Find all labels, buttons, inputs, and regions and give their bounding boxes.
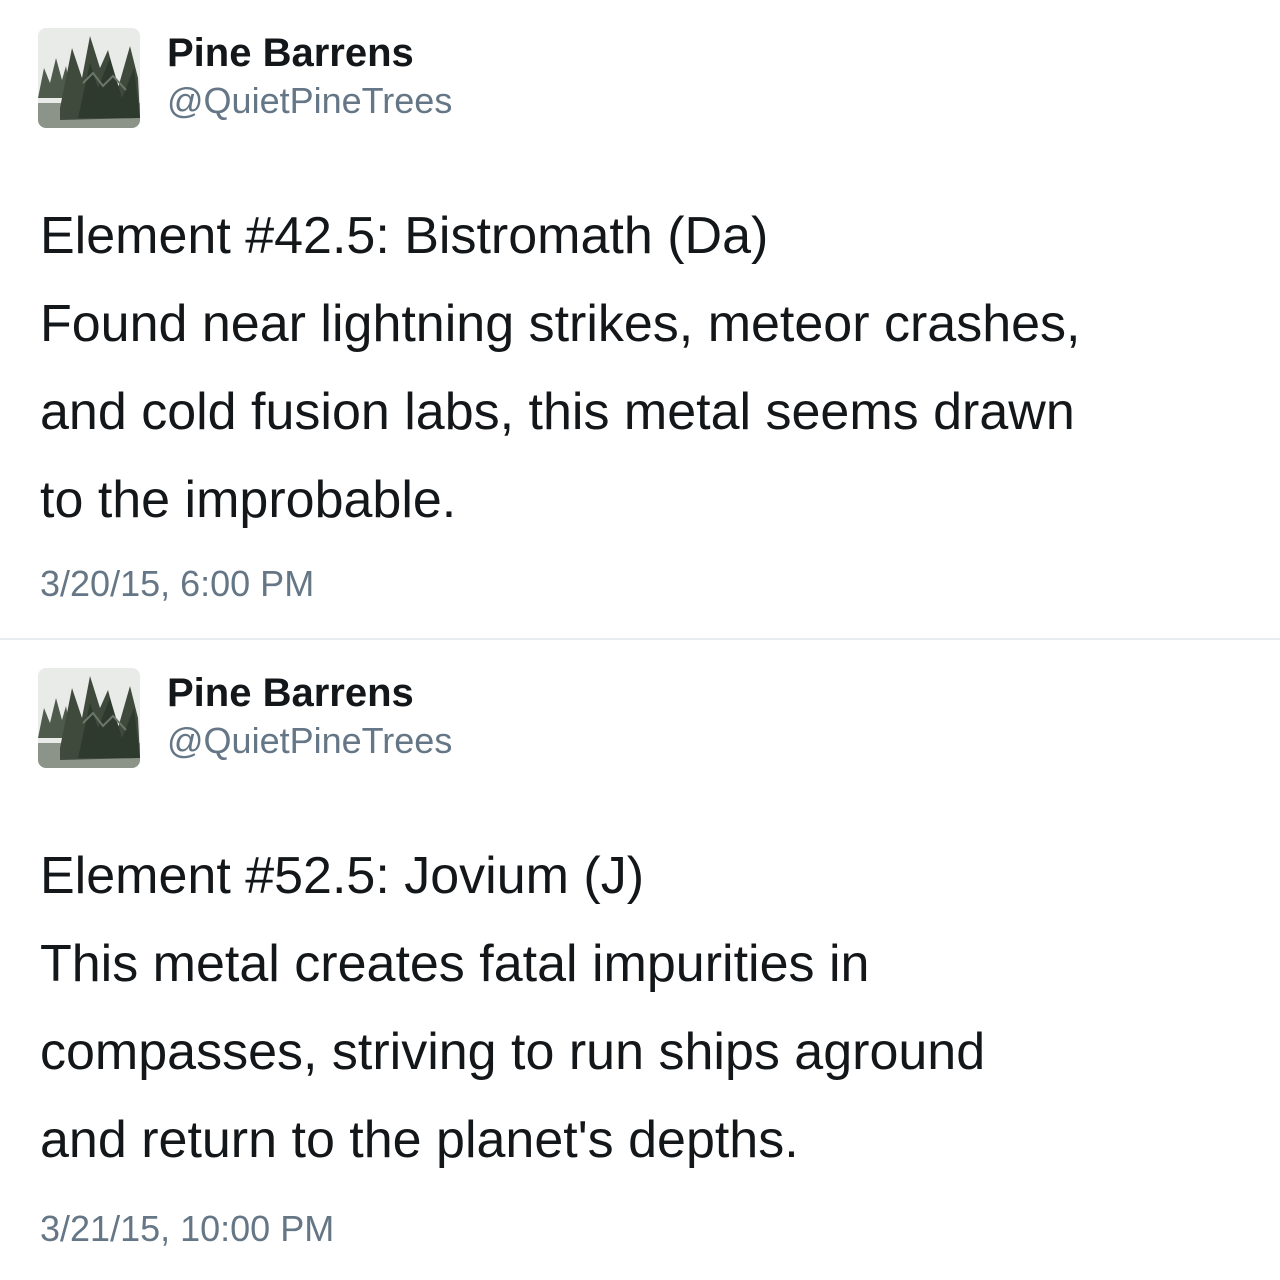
tweet-text-line: This metal creates fatal impurities in — [40, 935, 870, 993]
pine-trees-photo-icon — [38, 28, 140, 128]
user-handle[interactable]: @QuietPineTrees — [167, 720, 452, 762]
tweet-text: Element #52.5: Jovium (J) This metal cre… — [40, 832, 1265, 1184]
tweet-text-line: Element #42.5: Bistromath (Da) — [40, 207, 769, 265]
timestamp[interactable]: 3/21/15, 10:00 PM — [40, 1208, 334, 1250]
display-name[interactable]: Pine Barrens — [167, 30, 414, 76]
display-name[interactable]: Pine Barrens — [167, 670, 414, 716]
tweet-text-line: Found near lightning strikes, meteor cra… — [40, 295, 1081, 353]
tweet-text: Element #42.5: Bistromath (Da) Found nea… — [40, 192, 1265, 544]
tweet-text-line: and return to the planet's depths. — [40, 1111, 799, 1169]
tweet-text-line: to the improbable. — [40, 471, 457, 529]
tweet-text-line: compasses, striving to run ships aground — [40, 1023, 986, 1081]
timestamp[interactable]: 3/20/15, 6:00 PM — [40, 563, 314, 605]
tweet-text-line: and cold fusion labs, this metal seems d… — [40, 383, 1075, 441]
user-handle[interactable]: @QuietPineTrees — [167, 80, 452, 122]
tweet[interactable]: Pine Barrens @QuietPineTrees Element #52… — [0, 640, 1280, 1280]
pine-trees-photo-icon — [38, 668, 140, 768]
avatar[interactable] — [38, 28, 140, 128]
tweet[interactable]: Pine Barrens @QuietPineTrees Element #42… — [0, 0, 1280, 640]
avatar[interactable] — [38, 668, 140, 768]
tweet-text-line: Element #52.5: Jovium (J) — [40, 847, 645, 905]
